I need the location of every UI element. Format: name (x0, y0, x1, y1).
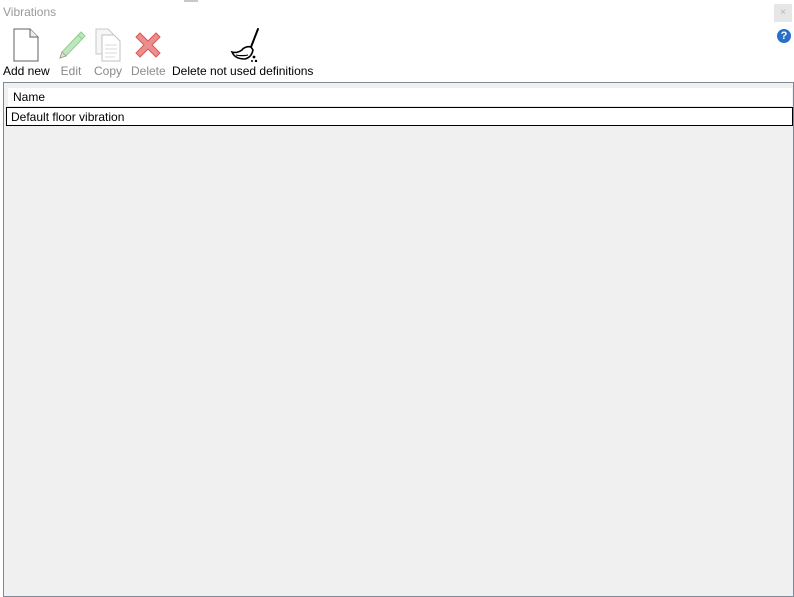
help-button[interactable]: ? (777, 29, 791, 43)
delete-label: Delete (131, 64, 166, 78)
column-header-name[interactable]: Name (13, 90, 45, 104)
delete-unused-label: Delete not used definitions (172, 64, 314, 78)
add-new-label: Add new (3, 64, 50, 78)
window-title: Vibrations (3, 5, 57, 19)
copy-button[interactable]: Copy (93, 28, 123, 78)
title-bar-notch (184, 0, 198, 2)
close-button[interactable]: × (774, 4, 792, 22)
add-new-button[interactable]: Add new (3, 28, 50, 78)
copy-pages-icon (95, 28, 121, 62)
edit-label: Edit (60, 64, 82, 78)
edit-button[interactable]: Edit (54, 28, 88, 78)
copy-label: Copy (93, 64, 122, 78)
grid-header[interactable]: Name (8, 88, 792, 107)
question-mark-icon: ? (780, 30, 788, 42)
definitions-grid[interactable]: Name Default floor vibration (3, 82, 794, 597)
pencil-icon (59, 31, 86, 59)
row-cell-name: Default floor vibration (11, 110, 125, 124)
red-x-icon (135, 32, 162, 58)
delete-unused-button[interactable]: Delete not used definitions (172, 28, 313, 78)
delete-button[interactable]: Delete (131, 28, 166, 78)
blank-page-icon (13, 28, 39, 62)
table-row[interactable]: Default floor vibration (6, 107, 793, 126)
broom-icon (230, 28, 259, 62)
